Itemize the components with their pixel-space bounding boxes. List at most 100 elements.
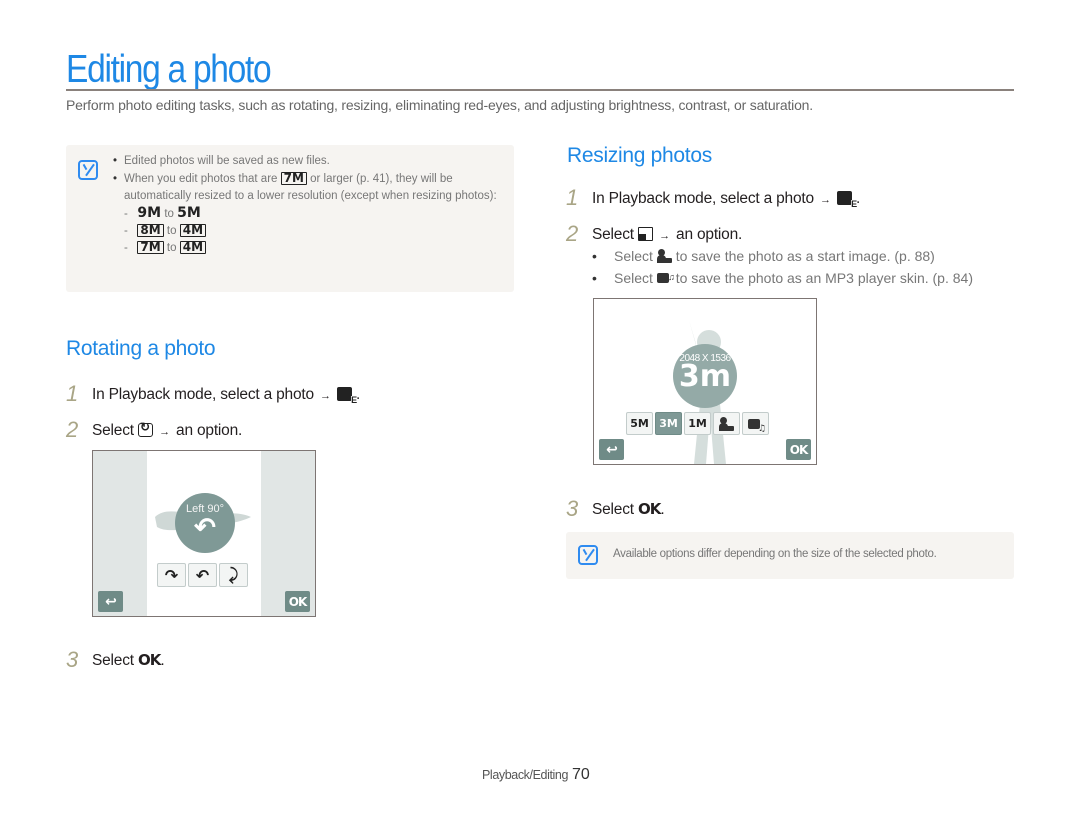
- step-suffix: an option.: [176, 422, 243, 439]
- rotate-icon: [138, 420, 153, 437]
- back-button[interactable]: ↩: [98, 591, 123, 612]
- ok-button[interactable]: OK: [786, 439, 811, 460]
- mp3-skin-icon: [656, 266, 675, 288]
- bullet-item: • Select to save the photo as a start im…: [592, 245, 973, 267]
- start-image-icon: [656, 249, 672, 263]
- start-image-button[interactable]: [713, 412, 740, 435]
- rotating-step-3: 3 Select OK.: [66, 647, 165, 673]
- edit-icon: [336, 387, 357, 405]
- ok-icon: OK: [138, 651, 161, 669]
- arrow-icon: →: [820, 194, 831, 206]
- bullet: •: [113, 155, 118, 167]
- ok-label: OK: [288, 594, 307, 609]
- back-button[interactable]: ↩: [599, 439, 624, 460]
- page-footer: Playback/Editing 70: [482, 766, 590, 784]
- arrow-icon: →: [159, 426, 170, 438]
- rotating-step-2: 2 Select → an option.: [66, 417, 242, 443]
- bullet: •: [113, 173, 118, 185]
- step-number: 2: [566, 221, 579, 246]
- note-box-bottom: Available options differ depending on th…: [566, 532, 1014, 579]
- step-text: Select: [92, 652, 134, 669]
- title-divider: [66, 89, 1014, 91]
- note-icon: [578, 545, 598, 565]
- back-icon: ↩: [606, 441, 618, 458]
- step-number: 1: [566, 185, 579, 210]
- edit-icon: [836, 191, 857, 209]
- size-label: 5M: [630, 417, 649, 430]
- size-4m-icon: 4M: [179, 241, 207, 255]
- page-title: Editing a photo: [66, 48, 272, 91]
- rotating-step-1: 1In Playback mode, select a photo → .: [66, 381, 360, 407]
- step-text: Select: [592, 226, 634, 243]
- size-7m-icon: 7M: [280, 172, 307, 186]
- bullet: •: [592, 248, 597, 264]
- mp3-skin-icon: [748, 417, 766, 434]
- size-3m-button[interactable]: 3M: [655, 412, 682, 435]
- size-8m-wide-icon: 8M: [137, 224, 164, 238]
- resizing-step-2: 2 Select → an option.: [566, 221, 742, 247]
- rotating-heading: Rotating a photo: [66, 337, 216, 360]
- step-text: Select: [592, 501, 634, 518]
- rotate-left-icon: ↶: [195, 565, 210, 585]
- note-text: When you edit photos that are: [124, 173, 281, 185]
- intro-text: Perform photo editing tasks, such as rot…: [66, 97, 813, 113]
- note-item: • Edited photos will be saved as new fil…: [113, 153, 503, 170]
- bullet-text: to save the photo as an MP3 player skin.…: [671, 270, 973, 286]
- rotation-preview: Left 90° ↶: [175, 493, 235, 553]
- size-options: 5M 3M 1M: [626, 412, 769, 435]
- bullet-text: Select: [614, 270, 657, 286]
- conversion-item: - 9M to 5M: [124, 205, 201, 221]
- arrow-icon: →: [659, 230, 670, 242]
- note-text: Available options differ depending on th…: [613, 548, 937, 560]
- arrow-icon: →: [320, 390, 331, 402]
- size-large-label: 3m: [678, 359, 732, 394]
- resize-icon: [638, 227, 653, 241]
- resizing-step-3: 3 Select OK.: [566, 496, 665, 522]
- resize-screen: 2048 X 1536 3m 5M 3M 1M ↩ OK: [593, 298, 817, 465]
- rotate-left-large-icon: ↶: [194, 512, 216, 542]
- ok-button[interactable]: OK: [285, 591, 310, 612]
- size-4m-wide-icon: 4M: [179, 224, 207, 238]
- resizing-heading: Resizing photos: [567, 144, 712, 167]
- rotate-screen: Left 90° ↶ ↷ ↶ ⤸ ↩ OK: [92, 450, 316, 617]
- note-icon: [78, 160, 98, 180]
- rotate-right-button[interactable]: ↷: [157, 563, 186, 587]
- step-suffix: an option.: [676, 226, 743, 243]
- page-number: 70: [572, 766, 590, 783]
- note-list: • Edited photos will be saved as new fil…: [113, 153, 503, 257]
- step-text: In Playback mode, select a photo: [592, 190, 814, 207]
- back-icon: ↩: [105, 593, 117, 610]
- step-number: 3: [566, 496, 579, 521]
- ok-icon: OK: [638, 500, 661, 518]
- conversion-list: - 9M to 5M - 8M to 4M - 7M to 4M: [124, 205, 503, 257]
- step-suffix: .: [160, 652, 165, 669]
- size-label: 3M: [659, 417, 678, 430]
- rotate-options: ↷ ↶ ⤸: [157, 563, 248, 587]
- footer-section: Playback/Editing: [482, 768, 569, 782]
- start-image-icon: [719, 416, 734, 431]
- note-item: • When you edit photos that are 7M or la…: [113, 171, 503, 257]
- resize-bullets: • Select to save the photo as a start im…: [592, 245, 973, 289]
- rotate-180-icon: ⤸: [228, 565, 239, 584]
- step-number: 1: [66, 381, 79, 406]
- rotate-right-icon: ↷: [164, 565, 179, 585]
- step-text: In Playback mode, select a photo: [92, 386, 314, 403]
- step-number: 2: [66, 417, 79, 442]
- size-label: 1M: [688, 417, 707, 430]
- conversion-item: - 7M to 4M: [124, 240, 503, 257]
- ok-label: OK: [789, 442, 808, 457]
- note-text: Edited photos will be saved as new files…: [124, 155, 330, 167]
- size-9m-icon: 9M: [137, 205, 162, 221]
- resizing-step-1: 1In Playback mode, select a photo → .: [566, 185, 860, 211]
- rotate-180-button[interactable]: ⤸: [219, 563, 248, 587]
- size-7m-icon: 7M: [137, 241, 164, 255]
- size-1m-button[interactable]: 1M: [684, 412, 711, 435]
- step-suffix: .: [660, 501, 665, 518]
- bullet-item: • Select to save the photo as an MP3 pla…: [592, 266, 973, 289]
- step-number: 3: [66, 647, 79, 672]
- mp3-skin-button[interactable]: [742, 412, 769, 435]
- bullet-text: to save the photo as a start image. (p. …: [671, 248, 935, 264]
- rotate-left-button[interactable]: ↶: [188, 563, 217, 587]
- size-5m-button[interactable]: 5M: [626, 412, 653, 435]
- size-preview: 2048 X 1536 3m: [673, 344, 737, 408]
